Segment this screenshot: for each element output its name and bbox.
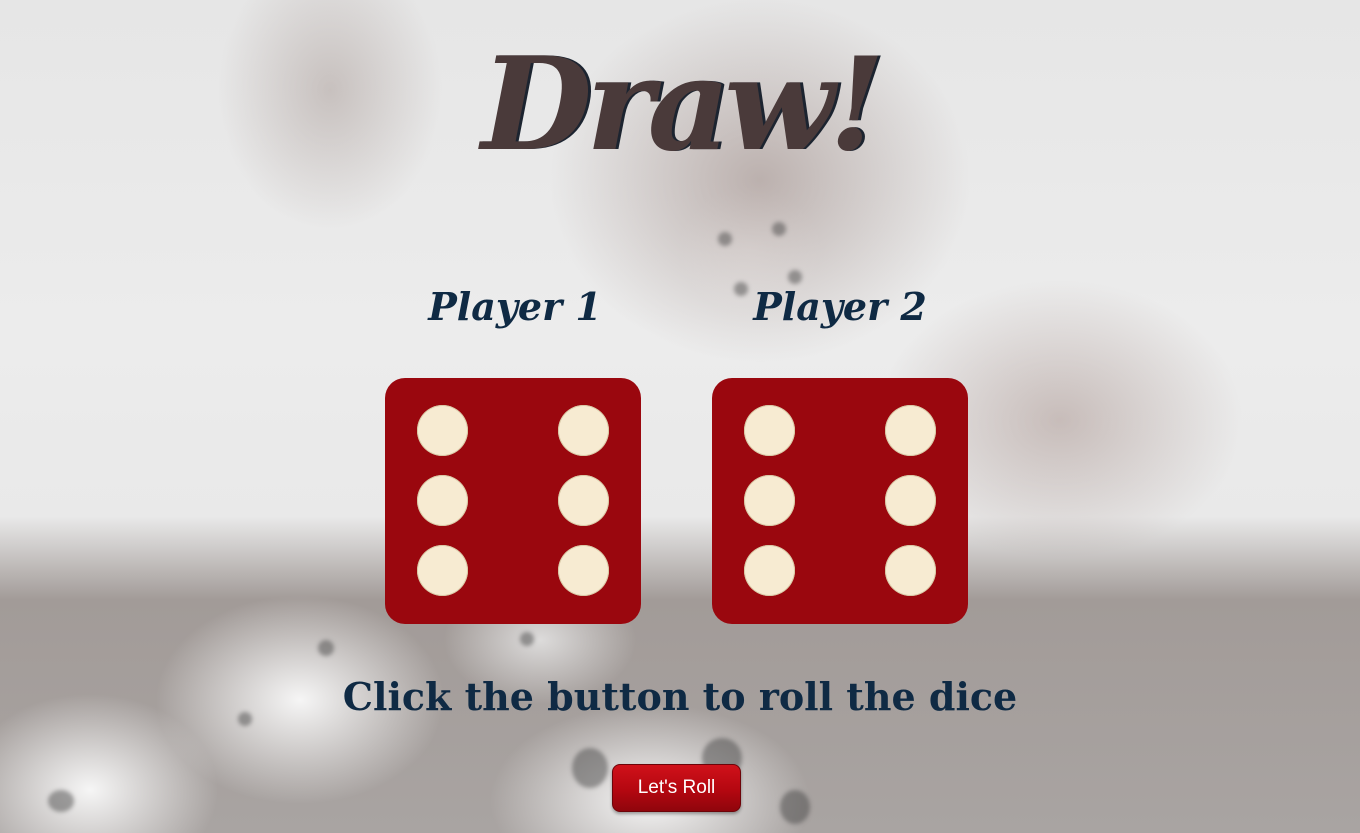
die-pip <box>558 545 609 596</box>
die-pip <box>885 475 936 526</box>
die-pip <box>744 405 795 456</box>
roll-dice-button[interactable]: Let's Roll <box>612 764 741 812</box>
die-pip <box>885 405 936 456</box>
game-container: Draw! Player 1 Player 2 Click the button… <box>0 0 1360 833</box>
page-title: Draw! <box>481 30 885 180</box>
player-2-label: Player 2 <box>753 284 927 329</box>
die-pip <box>417 405 468 456</box>
die-pip <box>744 545 795 596</box>
die-pip <box>558 475 609 526</box>
player-1-die <box>385 378 641 624</box>
die-pip <box>417 545 468 596</box>
die-pip <box>744 475 795 526</box>
die-pip <box>417 475 468 526</box>
player-1-label: Player 1 <box>428 284 602 329</box>
die-pip <box>885 545 936 596</box>
player-2-die <box>712 378 968 624</box>
die-pip <box>558 405 609 456</box>
status-message: Click the button to roll the dice <box>342 674 1018 719</box>
